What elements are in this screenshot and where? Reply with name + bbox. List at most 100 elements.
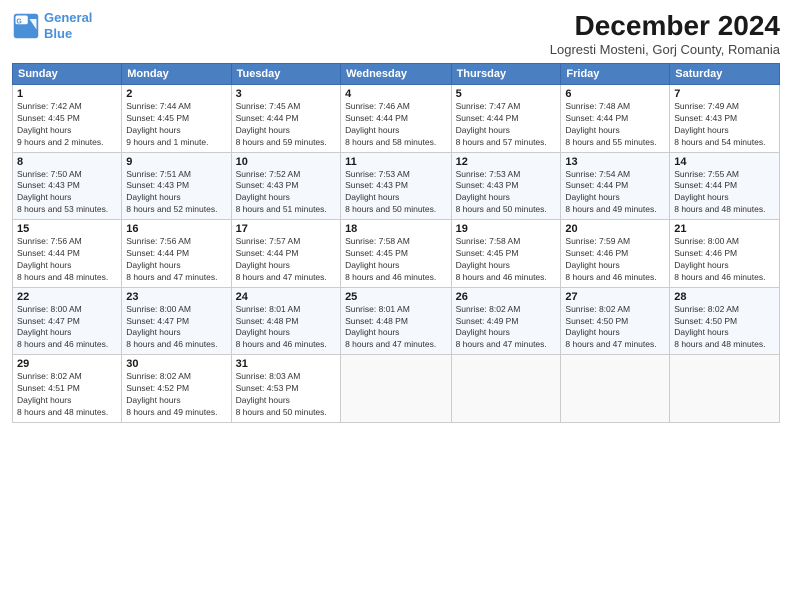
day-number: 20 <box>565 223 665 235</box>
calendar-cell: 23Sunrise: 8:00 AMSunset: 4:47 PMDayligh… <box>122 287 231 355</box>
day-number: 7 <box>674 88 775 100</box>
day-number: 6 <box>565 88 665 100</box>
title-section: December 2024 Logresti Mosteni, Gorj Cou… <box>550 10 780 57</box>
calendar-cell <box>341 355 452 423</box>
header: G General Blue December 2024 Logresti Mo… <box>12 10 780 57</box>
day-info: Sunrise: 7:48 AMSunset: 4:44 PMDaylight … <box>565 101 665 149</box>
calendar-cell: 1Sunrise: 7:42 AMSunset: 4:45 PMDaylight… <box>13 85 122 153</box>
calendar-day-header: Sunday <box>13 64 122 85</box>
day-number: 5 <box>456 88 557 100</box>
day-info: Sunrise: 7:53 AMSunset: 4:43 PMDaylight … <box>345 169 447 217</box>
calendar-cell: 10Sunrise: 7:52 AMSunset: 4:43 PMDayligh… <box>231 152 340 220</box>
logo-icon: G <box>12 12 40 40</box>
day-number: 17 <box>236 223 336 235</box>
day-number: 2 <box>126 88 226 100</box>
day-info: Sunrise: 7:53 AMSunset: 4:43 PMDaylight … <box>456 169 557 217</box>
day-number: 18 <box>345 223 447 235</box>
calendar-week-row: 15Sunrise: 7:56 AMSunset: 4:44 PMDayligh… <box>13 220 780 288</box>
day-info: Sunrise: 8:01 AMSunset: 4:48 PMDaylight … <box>345 304 447 352</box>
calendar-cell: 29Sunrise: 8:02 AMSunset: 4:51 PMDayligh… <box>13 355 122 423</box>
day-number: 14 <box>674 156 775 168</box>
day-number: 27 <box>565 291 665 303</box>
svg-text:G: G <box>16 18 22 25</box>
calendar-cell: 25Sunrise: 8:01 AMSunset: 4:48 PMDayligh… <box>341 287 452 355</box>
day-info: Sunrise: 8:00 AMSunset: 4:46 PMDaylight … <box>674 236 775 284</box>
calendar-cell: 22Sunrise: 8:00 AMSunset: 4:47 PMDayligh… <box>13 287 122 355</box>
calendar-cell: 11Sunrise: 7:53 AMSunset: 4:43 PMDayligh… <box>341 152 452 220</box>
calendar-cell: 16Sunrise: 7:56 AMSunset: 4:44 PMDayligh… <box>122 220 231 288</box>
calendar-cell: 26Sunrise: 8:02 AMSunset: 4:49 PMDayligh… <box>451 287 561 355</box>
day-number: 29 <box>17 358 117 370</box>
day-number: 22 <box>17 291 117 303</box>
calendar-cell: 4Sunrise: 7:46 AMSunset: 4:44 PMDaylight… <box>341 85 452 153</box>
day-number: 3 <box>236 88 336 100</box>
logo: G General Blue <box>12 10 92 41</box>
calendar-week-row: 29Sunrise: 8:02 AMSunset: 4:51 PMDayligh… <box>13 355 780 423</box>
calendar-cell: 3Sunrise: 7:45 AMSunset: 4:44 PMDaylight… <box>231 85 340 153</box>
day-info: Sunrise: 8:02 AMSunset: 4:50 PMDaylight … <box>674 304 775 352</box>
calendar-cell: 8Sunrise: 7:50 AMSunset: 4:43 PMDaylight… <box>13 152 122 220</box>
calendar-cell: 9Sunrise: 7:51 AMSunset: 4:43 PMDaylight… <box>122 152 231 220</box>
calendar-cell: 6Sunrise: 7:48 AMSunset: 4:44 PMDaylight… <box>561 85 670 153</box>
day-number: 31 <box>236 358 336 370</box>
calendar-cell: 27Sunrise: 8:02 AMSunset: 4:50 PMDayligh… <box>561 287 670 355</box>
calendar-cell: 28Sunrise: 8:02 AMSunset: 4:50 PMDayligh… <box>670 287 780 355</box>
calendar-cell: 7Sunrise: 7:49 AMSunset: 4:43 PMDaylight… <box>670 85 780 153</box>
calendar-cell <box>561 355 670 423</box>
calendar-cell: 15Sunrise: 7:56 AMSunset: 4:44 PMDayligh… <box>13 220 122 288</box>
day-info: Sunrise: 8:02 AMSunset: 4:49 PMDaylight … <box>456 304 557 352</box>
day-number: 19 <box>456 223 557 235</box>
page-container: G General Blue December 2024 Logresti Mo… <box>0 0 792 431</box>
day-info: Sunrise: 7:49 AMSunset: 4:43 PMDaylight … <box>674 101 775 149</box>
calendar-cell: 5Sunrise: 7:47 AMSunset: 4:44 PMDaylight… <box>451 85 561 153</box>
calendar-cell: 18Sunrise: 7:58 AMSunset: 4:45 PMDayligh… <box>341 220 452 288</box>
day-info: Sunrise: 7:55 AMSunset: 4:44 PMDaylight … <box>674 169 775 217</box>
day-info: Sunrise: 7:54 AMSunset: 4:44 PMDaylight … <box>565 169 665 217</box>
day-info: Sunrise: 7:50 AMSunset: 4:43 PMDaylight … <box>17 169 117 217</box>
day-info: Sunrise: 8:03 AMSunset: 4:53 PMDaylight … <box>236 371 336 419</box>
calendar-cell: 20Sunrise: 7:59 AMSunset: 4:46 PMDayligh… <box>561 220 670 288</box>
calendar-cell: 19Sunrise: 7:58 AMSunset: 4:45 PMDayligh… <box>451 220 561 288</box>
day-info: Sunrise: 8:02 AMSunset: 4:52 PMDaylight … <box>126 371 226 419</box>
day-info: Sunrise: 8:02 AMSunset: 4:50 PMDaylight … <box>565 304 665 352</box>
day-info: Sunrise: 8:00 AMSunset: 4:47 PMDaylight … <box>17 304 117 352</box>
day-info: Sunrise: 7:51 AMSunset: 4:43 PMDaylight … <box>126 169 226 217</box>
day-number: 30 <box>126 358 226 370</box>
calendar-day-header: Monday <box>122 64 231 85</box>
calendar-header-row: SundayMondayTuesdayWednesdayThursdayFrid… <box>13 64 780 85</box>
logo-text: General Blue <box>44 10 92 41</box>
day-info: Sunrise: 7:57 AMSunset: 4:44 PMDaylight … <box>236 236 336 284</box>
day-info: Sunrise: 7:59 AMSunset: 4:46 PMDaylight … <box>565 236 665 284</box>
day-number: 12 <box>456 156 557 168</box>
calendar-day-header: Tuesday <box>231 64 340 85</box>
day-info: Sunrise: 7:45 AMSunset: 4:44 PMDaylight … <box>236 101 336 149</box>
calendar-cell: 2Sunrise: 7:44 AMSunset: 4:45 PMDaylight… <box>122 85 231 153</box>
day-info: Sunrise: 7:56 AMSunset: 4:44 PMDaylight … <box>17 236 117 284</box>
day-info: Sunrise: 7:47 AMSunset: 4:44 PMDaylight … <box>456 101 557 149</box>
calendar-week-row: 8Sunrise: 7:50 AMSunset: 4:43 PMDaylight… <box>13 152 780 220</box>
calendar-day-header: Saturday <box>670 64 780 85</box>
calendar-cell: 21Sunrise: 8:00 AMSunset: 4:46 PMDayligh… <box>670 220 780 288</box>
day-number: 26 <box>456 291 557 303</box>
calendar-day-header: Wednesday <box>341 64 452 85</box>
day-number: 9 <box>126 156 226 168</box>
calendar-cell: 14Sunrise: 7:55 AMSunset: 4:44 PMDayligh… <box>670 152 780 220</box>
day-number: 23 <box>126 291 226 303</box>
day-info: Sunrise: 7:44 AMSunset: 4:45 PMDaylight … <box>126 101 226 149</box>
day-info: Sunrise: 8:01 AMSunset: 4:48 PMDaylight … <box>236 304 336 352</box>
day-number: 4 <box>345 88 447 100</box>
calendar-cell: 12Sunrise: 7:53 AMSunset: 4:43 PMDayligh… <box>451 152 561 220</box>
calendar-body: 1Sunrise: 7:42 AMSunset: 4:45 PMDaylight… <box>13 85 780 423</box>
calendar-cell: 24Sunrise: 8:01 AMSunset: 4:48 PMDayligh… <box>231 287 340 355</box>
calendar-table: SundayMondayTuesdayWednesdayThursdayFrid… <box>12 63 780 423</box>
calendar-cell <box>451 355 561 423</box>
day-number: 16 <box>126 223 226 235</box>
day-info: Sunrise: 8:00 AMSunset: 4:47 PMDaylight … <box>126 304 226 352</box>
day-number: 10 <box>236 156 336 168</box>
day-number: 15 <box>17 223 117 235</box>
day-number: 28 <box>674 291 775 303</box>
calendar-cell: 13Sunrise: 7:54 AMSunset: 4:44 PMDayligh… <box>561 152 670 220</box>
day-number: 24 <box>236 291 336 303</box>
day-number: 25 <box>345 291 447 303</box>
calendar-cell: 31Sunrise: 8:03 AMSunset: 4:53 PMDayligh… <box>231 355 340 423</box>
